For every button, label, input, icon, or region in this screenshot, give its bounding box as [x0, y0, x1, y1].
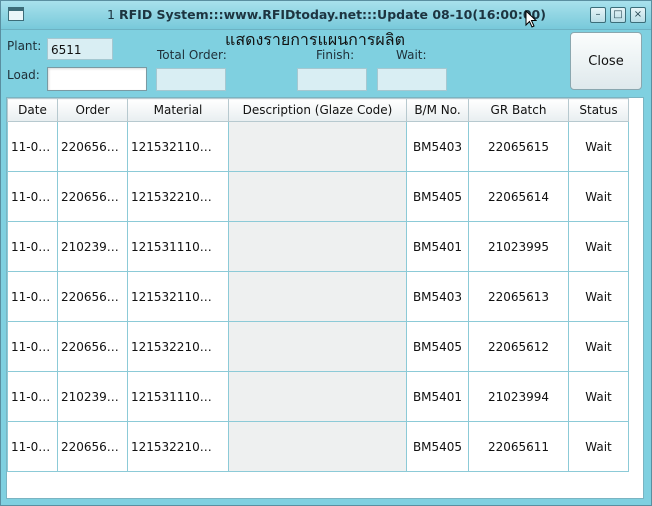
wait-label: Wait: — [396, 48, 427, 62]
total-order-label: Total Order: — [157, 48, 227, 62]
cell-status[interactable]: Wait — [568, 321, 629, 372]
cell-description[interactable] — [228, 121, 407, 172]
cell-material[interactable]: 121532210… — [127, 171, 229, 222]
cell-date[interactable]: 11-0… — [7, 421, 58, 472]
plant-field[interactable]: 6511 — [47, 38, 113, 60]
window-close-button[interactable]: × — [630, 7, 646, 23]
cell-bm-no[interactable]: BM5405 — [406, 171, 469, 222]
load-input[interactable] — [47, 67, 147, 91]
load-label: Load: — [7, 68, 40, 82]
table-row[interactable]: 11-0… 210239… 121531110… BM5401 21023994 Wait — [7, 371, 629, 422]
cell-order[interactable]: 220656… — [57, 171, 128, 222]
production-plan-table[interactable]: Date Order Material Description (Glaze C… — [6, 97, 644, 499]
cell-order[interactable]: 210239… — [57, 371, 128, 422]
cell-order[interactable]: 220656… — [57, 121, 128, 172]
title-bar[interactable]: 1 RFID System:::www.RFIDtoday.net:::Upda… — [1, 1, 651, 30]
cell-description[interactable] — [228, 371, 407, 422]
cell-material[interactable]: 121531110… — [127, 371, 229, 422]
table-row[interactable]: 11-0… 220656… 121532110… BM5403 22065613 Wait — [7, 271, 629, 322]
close-button[interactable]: Close — [570, 32, 642, 90]
finish-label: Finish: — [316, 48, 355, 62]
mouse-cursor-icon — [525, 10, 537, 28]
cell-gr-batch[interactable]: 21023995 — [468, 221, 569, 272]
cell-description[interactable] — [228, 271, 407, 322]
table-row[interactable]: 11-0… 220656… 121532210… BM5405 22065614 Wait — [7, 171, 629, 222]
cell-material[interactable]: 121531110… — [127, 221, 229, 272]
minimize-button[interactable]: – — [590, 7, 606, 23]
window-title-prefix: 1 — [107, 7, 115, 22]
app-window: 1 RFID System:::www.RFIDtoday.net:::Upda… — [0, 0, 652, 506]
cell-order[interactable]: 220656… — [57, 421, 128, 472]
cell-date[interactable]: 11-0… — [7, 321, 58, 372]
cell-gr-batch[interactable]: 22065611 — [468, 421, 569, 472]
cell-gr-batch[interactable]: 22065612 — [468, 321, 569, 372]
cell-date[interactable]: 11-0… — [7, 371, 58, 422]
column-header-status[interactable]: Status — [568, 98, 629, 122]
column-header-gr-batch[interactable]: GR Batch — [468, 98, 569, 122]
cell-order[interactable]: 220656… — [57, 271, 128, 322]
cell-status[interactable]: Wait — [568, 221, 629, 272]
cell-bm-no[interactable]: BM5401 — [406, 221, 469, 272]
column-header-date[interactable]: Date — [7, 98, 58, 122]
plant-label: Plant: — [7, 39, 42, 53]
cell-bm-no[interactable]: BM5405 — [406, 321, 469, 372]
cell-date[interactable]: 11-0… — [7, 121, 58, 172]
total-order-field — [156, 68, 226, 91]
page-heading: แสดงรายการแผนการผลิต — [225, 30, 405, 49]
column-header-material[interactable]: Material — [127, 98, 229, 122]
table-row[interactable]: 11-0… 210239… 121531110… BM5401 21023995 Wait — [7, 221, 629, 272]
cell-status[interactable]: Wait — [568, 271, 629, 322]
cell-bm-no[interactable]: BM5405 — [406, 421, 469, 472]
cell-date[interactable]: 11-0… — [7, 271, 58, 322]
window-icon — [8, 7, 24, 21]
cell-gr-batch[interactable]: 22065613 — [468, 271, 569, 322]
column-header-bm-no[interactable]: B/M No. — [406, 98, 469, 122]
cell-bm-no[interactable]: BM5401 — [406, 371, 469, 422]
cell-description[interactable] — [228, 221, 407, 272]
cell-status[interactable]: Wait — [568, 121, 629, 172]
wait-field — [377, 68, 447, 91]
cell-status[interactable]: Wait — [568, 371, 629, 422]
cell-order[interactable]: 220656… — [57, 321, 128, 372]
cell-material[interactable]: 121532110… — [127, 121, 229, 172]
cell-date[interactable]: 11-0… — [7, 221, 58, 272]
cell-date[interactable]: 11-0… — [7, 171, 58, 222]
cell-gr-batch[interactable]: 21023994 — [468, 371, 569, 422]
cell-order[interactable]: 210239… — [57, 221, 128, 272]
cell-bm-no[interactable]: BM5403 — [406, 121, 469, 172]
cell-material[interactable]: 121532210… — [127, 321, 229, 372]
cell-description[interactable] — [228, 171, 407, 222]
maximize-button[interactable]: □ — [610, 7, 626, 23]
cell-description[interactable] — [228, 321, 407, 372]
cell-description[interactable] — [228, 421, 407, 472]
cell-gr-batch[interactable]: 22065615 — [468, 121, 569, 172]
cell-material[interactable]: 121532210… — [127, 421, 229, 472]
table-row[interactable]: 11-0… 220656… 121532210… BM5405 22065611 Wait — [7, 421, 629, 472]
column-header-description[interactable]: Description (Glaze Code) — [228, 98, 407, 122]
cell-bm-no[interactable]: BM5403 — [406, 271, 469, 322]
table-header-row: Date Order Material Description (Glaze C… — [7, 98, 629, 122]
cell-gr-batch[interactable]: 22065614 — [468, 171, 569, 222]
table-row[interactable]: 11-0… 220656… 121532110… BM5403 22065615 Wait — [7, 121, 629, 172]
cell-status[interactable]: Wait — [568, 171, 629, 222]
cell-material[interactable]: 121532110… — [127, 271, 229, 322]
finish-field — [297, 68, 367, 91]
cell-status[interactable]: Wait — [568, 421, 629, 472]
table-row[interactable]: 11-0… 220656… 121532210… BM5405 22065612 Wait — [7, 321, 629, 372]
column-header-order[interactable]: Order — [57, 98, 128, 122]
window-title: RFID System:::www.RFIDtoday.net:::Update… — [119, 7, 546, 22]
